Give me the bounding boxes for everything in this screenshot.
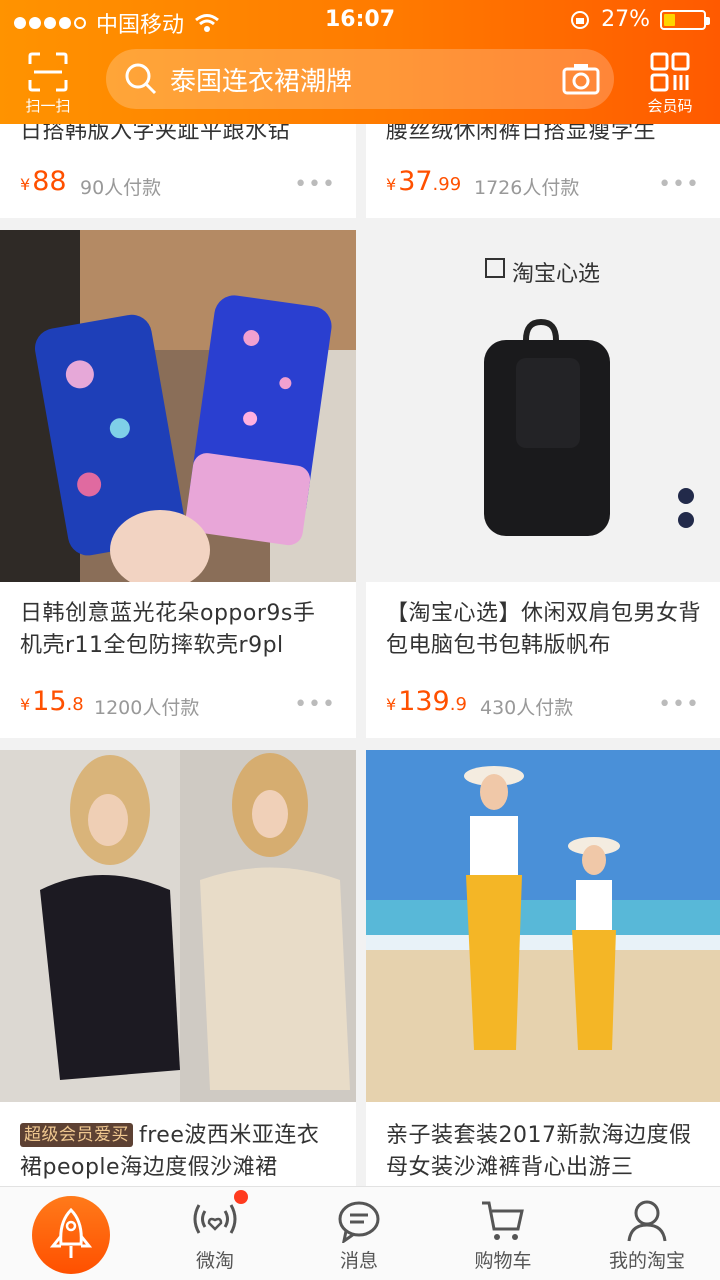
home-rocket-button[interactable] — [32, 1196, 110, 1274]
notification-dot — [234, 1190, 248, 1204]
scan-label: 扫一扫 — [25, 97, 71, 115]
member-code-button[interactable]: 会员码 — [634, 50, 706, 116]
battery-percent: 27% — [601, 7, 650, 32]
search-icon — [125, 63, 157, 95]
product-price: ¥139.9 — [386, 686, 467, 717]
sold-count: 1200人付款 — [94, 697, 200, 719]
product-price: ¥37.99 — [386, 166, 462, 197]
product-card[interactable]: 日韩创意蓝光花朵oppor9s手机壳r11全包防摔软壳r9pl ¥15.8 12… — [0, 230, 356, 738]
more-icon[interactable]: ••• — [294, 692, 336, 717]
tab-weitao[interactable]: 微淘 — [160, 1187, 270, 1280]
more-icon[interactable]: ••• — [294, 172, 336, 197]
tab-messages[interactable]: 消息 — [304, 1187, 414, 1280]
tab-cart[interactable]: 购物车 — [448, 1187, 558, 1280]
phone-case-image — [0, 230, 356, 582]
boho-dress-image — [0, 750, 356, 1102]
sold-count: 90人付款 — [80, 177, 162, 199]
tab-my-taobao[interactable]: 我的淘宝 — [592, 1187, 702, 1280]
more-icon[interactable]: ••• — [658, 172, 700, 197]
rotation-lock-icon — [571, 10, 590, 29]
product-title: 【淘宝心选】休闲双肩包男女背包电脑包书包韩版帆布 — [386, 601, 702, 658]
product-card[interactable]: 超级会员爱买 free波西米亚连衣裙people海边度假沙滩裙 — [0, 750, 356, 1186]
search-placeholder: 泰国连衣裙潮牌 — [170, 66, 353, 97]
more-icon[interactable]: ••• — [658, 692, 700, 717]
taobao-xinxuan-logo: 淘宝心选 — [512, 262, 601, 287]
sold-count: 430人付款 — [480, 697, 574, 719]
product-card[interactable]: 亲子装套装2017新款海边度假母女装沙滩裤背心出游三 — [366, 750, 720, 1186]
scan-icon — [28, 52, 68, 92]
status-bar: 中国移动 16:07 27% — [0, 0, 720, 40]
message-icon — [338, 1201, 380, 1243]
battery-icon — [660, 9, 710, 30]
scan-button[interactable]: 扫一扫 — [12, 50, 84, 116]
weitao-icon — [193, 1204, 237, 1234]
product-title: 超级会员爱买 free波西米亚连衣裙people海边度假沙滩裙 — [20, 1123, 320, 1180]
cart-icon — [482, 1201, 524, 1240]
member-code-label: 会员码 — [647, 97, 693, 115]
product-title: 亲子装套装2017新款海边度假母女装沙滩裤背心出游三 — [386, 1123, 692, 1180]
tab-label: 我的淘宝 — [608, 1250, 685, 1272]
tab-label: 消息 — [339, 1250, 378, 1272]
parent-child-beach-image — [366, 750, 720, 1102]
tab-label: 微淘 — [195, 1250, 234, 1272]
sold-count: 1726人付款 — [474, 177, 580, 199]
search-bar[interactable]: 泰国连衣裙潮牌 — [106, 49, 614, 109]
member-code-icon — [650, 52, 690, 92]
top-header: 中国移动 16:07 27% 扫一扫 泰国连衣裙潮牌 会员码 — [0, 0, 720, 124]
tab-label: 购物车 — [474, 1250, 532, 1272]
product-price: ¥88 — [20, 166, 67, 197]
product-title: 日韩创意蓝光花朵oppor9s手机壳r11全包防摔软壳r9pl — [20, 601, 316, 658]
super-member-badge: 超级会员爱买 — [20, 1123, 133, 1147]
profile-icon — [627, 1200, 667, 1242]
product-card[interactable]: 淘宝心选 【淘宝心选】休闲双肩包男女背包电脑包书包韩版帆布 ¥139.9 430… — [366, 230, 720, 738]
battery-area: 27% — [569, 7, 710, 32]
rocket-icon — [49, 1208, 93, 1258]
camera-icon[interactable] — [562, 63, 600, 95]
product-price: ¥15.8 — [20, 686, 84, 717]
